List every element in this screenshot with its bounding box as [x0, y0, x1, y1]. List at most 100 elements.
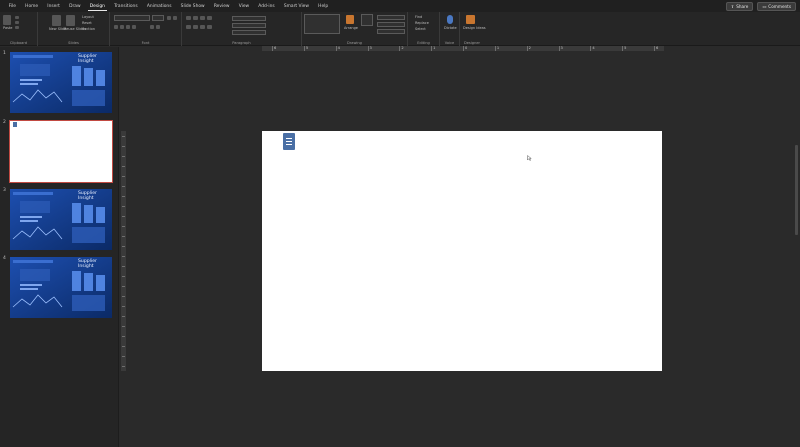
underline-icon[interactable]	[126, 25, 130, 29]
ruler-label: 4	[592, 45, 595, 50]
tab-home[interactable]: Home	[21, 0, 43, 12]
design-ideas-icon[interactable]	[466, 15, 475, 24]
increase-font-icon[interactable]	[167, 16, 171, 20]
ruler-tick	[122, 346, 125, 347]
new-slide-icon[interactable]	[52, 15, 61, 26]
strikethrough-icon[interactable]	[132, 25, 136, 29]
arrange-icon[interactable]	[346, 15, 354, 24]
thumbnail-title: Supplier Insight	[78, 259, 97, 269]
paste-icon[interactable]	[3, 15, 11, 25]
shape-fill-box[interactable]	[377, 15, 405, 20]
group-font: Font	[110, 12, 182, 46]
justify-icon[interactable]	[207, 25, 212, 29]
tab-smart-view[interactable]: Smart View	[279, 0, 313, 12]
slide-thumbnail-2-selected[interactable]	[9, 120, 113, 183]
tab-add-ins[interactable]: Add-ins	[254, 0, 280, 12]
copy-icon[interactable]	[15, 21, 19, 24]
ruler-tick	[122, 286, 125, 287]
ruler-label: 4	[337, 45, 340, 50]
tab-slide-show[interactable]: Slide Show	[176, 0, 209, 12]
font-color-icon[interactable]	[150, 25, 154, 29]
share-button[interactable]: ⇪ Share	[725, 2, 754, 11]
ruler-tick	[399, 46, 401, 51]
horizontal-ruler: 6 5 4 3 2 1 0 1 2 3 4 5 6	[262, 46, 664, 51]
ruler-tick	[622, 46, 624, 51]
ruler-label: 2	[528, 45, 531, 50]
tab-insert[interactable]: Insert	[43, 0, 65, 12]
slide-number: 3	[3, 188, 6, 193]
bold-icon[interactable]	[114, 25, 118, 29]
group-label-font: Font	[141, 41, 150, 45]
slide-thumbnail-3[interactable]: Supplier Insight	[10, 189, 112, 250]
group-designer: Design Ideas Designer	[460, 12, 486, 46]
slide-thumbnail-4[interactable]: Supplier Insight	[10, 257, 112, 318]
section-label[interactable]: Section	[82, 27, 95, 31]
ruler-tick	[122, 226, 125, 227]
comments-button[interactable]: ▭ Comments	[757, 2, 796, 11]
selected-object[interactable]	[283, 133, 295, 150]
ruler-tick	[122, 366, 125, 367]
highlight-icon[interactable]	[156, 25, 160, 29]
slide-canvas[interactable]	[262, 131, 662, 371]
increase-indent-icon[interactable]	[207, 16, 212, 20]
group-label-paragraph: Paragraph	[232, 41, 251, 45]
ruler-tick	[122, 206, 125, 207]
find-label[interactable]: Find	[415, 15, 422, 19]
tab-file[interactable]: File	[4, 0, 21, 12]
replace-label[interactable]: Replace	[415, 21, 429, 25]
group-voice: Dictate Voice	[440, 12, 460, 46]
ruler-label: 3	[560, 45, 563, 50]
slide-number: 2	[3, 120, 6, 125]
microphone-icon[interactable]	[447, 15, 453, 24]
editor-scrollbar[interactable]	[795, 145, 798, 235]
decrease-font-icon[interactable]	[173, 16, 177, 20]
ribbon: Paste Clipboard New Slide Reuse Slides L…	[0, 12, 800, 46]
tab-draw[interactable]: Draw	[64, 0, 85, 12]
quick-styles-icon[interactable]	[361, 14, 373, 26]
ruler-tick	[122, 156, 125, 157]
vertical-ruler	[121, 131, 126, 371]
cut-icon[interactable]	[15, 16, 19, 19]
ruler-tick	[367, 46, 369, 51]
reset-label[interactable]: Reset	[82, 21, 92, 25]
align-right-icon[interactable]	[200, 25, 205, 29]
tab-review[interactable]: Review	[209, 0, 234, 12]
shape-outline-box[interactable]	[377, 22, 405, 27]
decrease-indent-icon[interactable]	[200, 16, 205, 20]
tab-design[interactable]: Design	[85, 0, 109, 12]
layout-label[interactable]: Layout	[82, 15, 94, 19]
smartart-box[interactable]	[232, 30, 266, 35]
numbering-icon[interactable]	[193, 16, 198, 20]
tab-animations[interactable]: Animations	[142, 0, 176, 12]
tab-help[interactable]: Help	[314, 0, 333, 12]
text-direction-box[interactable]	[232, 16, 266, 21]
dictate-label: Dictate	[444, 26, 457, 30]
shape-effects-box[interactable]	[377, 29, 405, 34]
format-painter-icon[interactable]	[15, 26, 19, 29]
font-size-box[interactable]	[152, 15, 164, 21]
align-center-icon[interactable]	[193, 25, 198, 29]
ruler-tick	[558, 46, 560, 51]
ruler-label: 1	[433, 45, 436, 50]
shapes-gallery[interactable]	[304, 14, 340, 34]
align-text-box[interactable]	[232, 23, 266, 28]
object-line	[286, 138, 292, 140]
align-left-icon[interactable]	[186, 25, 191, 29]
ruler-label: 5	[624, 45, 627, 50]
comments-label: Comments	[768, 4, 791, 9]
tab-transitions[interactable]: Transitions	[110, 0, 143, 12]
font-name-box[interactable]	[114, 15, 150, 21]
slide-thumbnail-1[interactable]: Supplier Insight	[10, 52, 112, 113]
ruler-tick	[303, 46, 305, 51]
select-label[interactable]: Select	[415, 27, 426, 31]
reuse-slides-icon[interactable]	[66, 15, 75, 26]
ruler-label: 3	[369, 45, 372, 50]
ruler-tick	[122, 216, 125, 217]
bullets-icon[interactable]	[186, 16, 191, 20]
ruler-label: 5	[305, 45, 309, 50]
group-label-clipboard: Clipboard	[9, 41, 28, 45]
ruler-label: 1	[496, 45, 500, 50]
tab-view[interactable]: View	[234, 0, 254, 12]
italic-icon[interactable]	[120, 25, 124, 29]
ruler-tick	[122, 186, 125, 187]
